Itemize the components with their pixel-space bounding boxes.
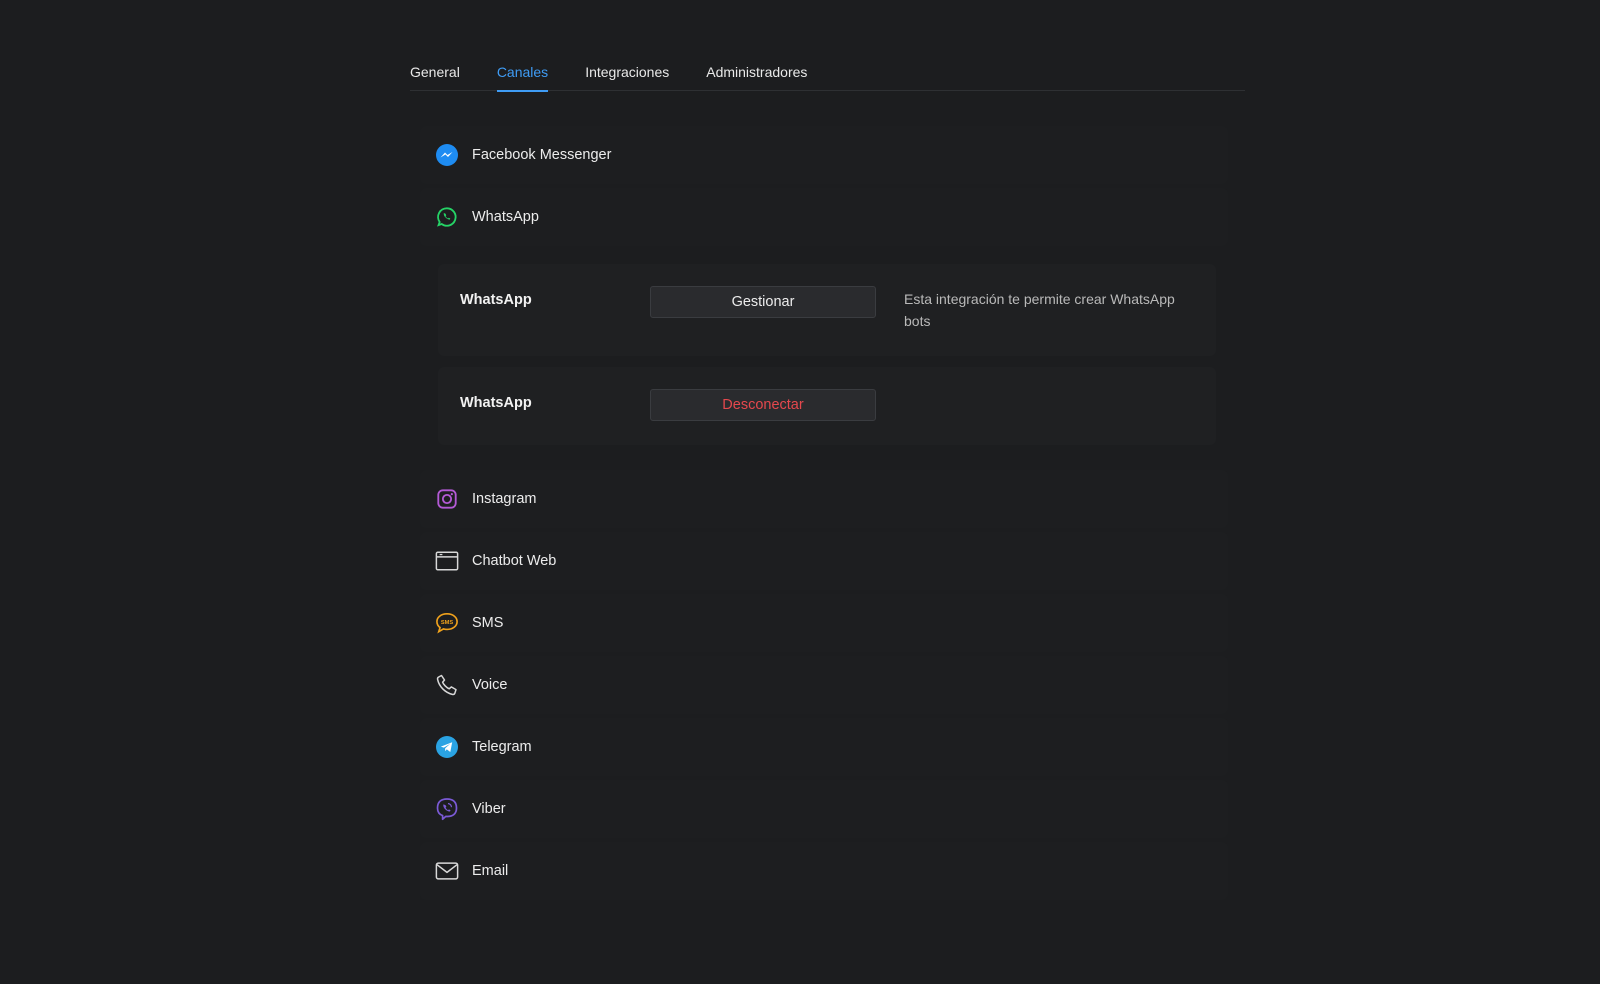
messenger-icon xyxy=(434,142,460,168)
channel-instagram[interactable]: Instagram xyxy=(420,470,1228,528)
channel-viber[interactable]: Viber xyxy=(420,780,1228,838)
channel-label: Instagram xyxy=(472,491,537,507)
integration-name: WhatsApp xyxy=(460,292,532,308)
channel-voice[interactable]: Voice xyxy=(420,656,1228,714)
gestionar-button[interactable]: Gestionar xyxy=(650,286,876,318)
channel-label: Facebook Messenger xyxy=(472,147,612,163)
channel-email[interactable]: Email xyxy=(420,842,1228,900)
channel-facebook-messenger[interactable]: Facebook Messenger xyxy=(420,126,1228,184)
mail-icon xyxy=(434,858,460,884)
tab-general[interactable]: General xyxy=(410,56,460,91)
svg-text:SMS: SMS xyxy=(441,620,454,626)
whatsapp-connection-row: WhatsApp Desconectar xyxy=(438,367,1216,445)
tab-integraciones[interactable]: Integraciones xyxy=(585,56,669,91)
sms-icon: SMS xyxy=(434,610,460,636)
channel-label: WhatsApp xyxy=(472,209,539,225)
whatsapp-icon xyxy=(434,204,460,230)
tab-bar: General Canales Integraciones Administra… xyxy=(410,56,1245,92)
channel-sms[interactable]: SMS SMS xyxy=(420,594,1228,652)
channel-whatsapp[interactable]: WhatsApp xyxy=(420,188,1228,246)
browser-window-icon xyxy=(434,548,460,574)
tab-administradores[interactable]: Administradores xyxy=(706,56,807,91)
phone-icon xyxy=(434,672,460,698)
integration-description: Esta integración te permite crear WhatsA… xyxy=(904,291,1175,329)
tab-canales[interactable]: Canales xyxy=(496,56,549,92)
viber-icon xyxy=(434,796,460,822)
channel-label: SMS xyxy=(472,615,504,631)
channel-telegram[interactable]: Telegram xyxy=(420,718,1228,776)
channel-chatbot-web[interactable]: Chatbot Web xyxy=(420,532,1228,590)
desconectar-button[interactable]: Desconectar xyxy=(650,389,876,421)
telegram-icon xyxy=(434,734,460,760)
instagram-icon xyxy=(434,486,460,512)
channel-label: Voice xyxy=(472,677,508,693)
channel-label: Telegram xyxy=(472,739,532,755)
channel-label: Chatbot Web xyxy=(472,553,557,569)
integration-name: WhatsApp xyxy=(460,395,532,411)
channel-label: Email xyxy=(472,863,509,879)
channel-label: Viber xyxy=(472,801,506,817)
whatsapp-integration-row: WhatsApp Gestionar Esta integración te p… xyxy=(438,264,1216,356)
